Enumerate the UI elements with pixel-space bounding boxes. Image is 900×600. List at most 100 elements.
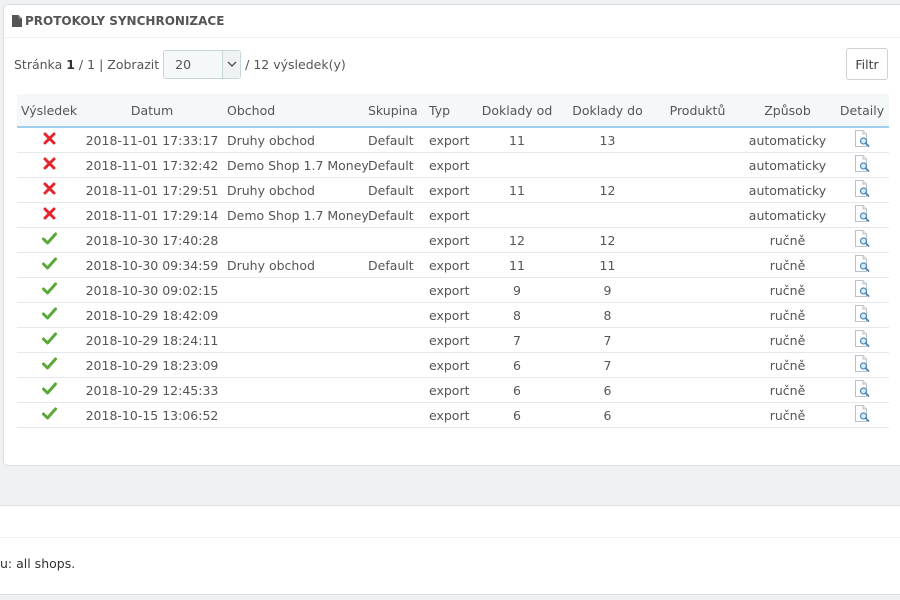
cell-doc-to: 7 [560,352,655,378]
view-details-icon[interactable] [854,155,870,175]
chevron-down-icon[interactable] [222,50,241,78]
cell-shop [223,302,364,328]
cell-date: 2018-10-29 18:24:11 [81,327,223,353]
cell-doc-to: 9 [560,277,655,303]
cell-group [364,327,425,353]
cell-group: Default [364,177,425,203]
view-details-icon[interactable] [854,405,870,425]
header-products: Produktů [655,94,740,128]
cell-doc-from: 9 [474,277,560,303]
current-page: 1 [66,56,75,72]
cell-doc-to: 6 [560,377,655,403]
cell-products [655,277,740,303]
cell-type: export [425,352,474,378]
cell-details [835,327,889,353]
cell-products [655,302,740,328]
cell-doc-from [474,202,560,228]
cell-products [655,402,740,428]
cell-doc-to: 12 [560,227,655,253]
table-header-row: Výsledek Datum Obchod Skupina Typ Doklad… [17,94,889,128]
cell-shop [223,352,364,378]
cell-date: 2018-10-29 18:23:09 [81,352,223,378]
view-details-icon[interactable] [854,255,870,275]
cell-date: 2018-10-15 13:06:52 [81,402,223,428]
table-row: 2018-10-29 18:24:11 export 7 7 ručně [17,327,889,353]
cell-group [364,352,425,378]
cell-shop: Demo Shop 1.7 Money [223,152,369,178]
header-group: Skupina [364,94,425,128]
cell-products [655,377,740,403]
cell-details [835,252,889,278]
cell-shop [223,227,364,253]
per-page-value: 20 [175,56,192,72]
cell-method: ručně [740,277,835,303]
cell-type: export [425,152,474,178]
cell-products [655,127,740,153]
view-details-icon[interactable] [854,380,870,400]
cell-date: 2018-11-01 17:29:14 [81,202,223,228]
cell-type: export [425,277,474,303]
success-check-icon [41,407,57,423]
cell-doc-to [560,202,655,228]
view-details-icon[interactable] [854,280,870,300]
table-row: 2018-10-29 18:23:09 export 6 7 ručně [17,352,889,378]
cell-doc-to: 8 [560,302,655,328]
cell-date: 2018-10-29 12:45:33 [81,377,223,403]
cell-result [17,352,81,378]
view-details-icon[interactable] [854,205,870,225]
cell-result [17,402,81,428]
view-details-icon[interactable] [854,355,870,375]
header-doc-to: Doklady do [560,94,655,128]
cell-details [835,177,889,203]
cell-doc-from: 12 [474,227,560,253]
cell-doc-from: 11 [474,177,560,203]
header-doc-from: Doklady od [474,94,560,128]
table-body: 2018-11-01 17:33:17 Druhy obchod Default ex… [17,127,889,428]
cell-shop [223,277,364,303]
cell-details [835,152,889,178]
pagination-bar: Stránka 1 / 1 | Zobrazit 20 / 12 výslede… [14,48,880,80]
cell-result [17,177,81,203]
cell-result [17,202,81,228]
cell-details [835,402,889,428]
cell-doc-from: 11 [474,127,560,153]
footer-text: u: all shops. [0,556,76,571]
cell-result [17,377,81,403]
cell-method: ručně [740,402,835,428]
header-method: Způsob [740,94,835,128]
error-cross-icon [43,207,56,223]
cell-doc-from: 7 [474,327,560,353]
view-details-icon[interactable] [854,180,870,200]
cell-method: automaticky [740,202,835,228]
view-details-icon[interactable] [854,305,870,325]
cell-doc-to: 11 [560,252,655,278]
cell-shop: Druhy obchod [223,127,364,153]
view-details-icon[interactable] [854,230,870,250]
cell-details [835,202,889,228]
cell-shop: Druhy obchod [223,252,364,278]
cell-result [17,127,81,153]
cell-group [364,227,425,253]
success-check-icon [41,307,57,323]
cell-doc-to [560,152,655,178]
cell-method: automaticky [740,127,835,153]
cell-doc-from: 6 [474,352,560,378]
cell-doc-to: 6 [560,402,655,428]
cell-type: export [425,327,474,353]
cell-method: ručně [740,302,835,328]
document-icon [12,15,22,27]
table-row: 2018-11-01 17:32:42 Demo Shop 1.7 Money De… [17,152,889,178]
filter-button[interactable]: Filtr [846,48,888,80]
cell-type: export [425,402,474,428]
cell-doc-to: 12 [560,177,655,203]
error-cross-icon [43,182,56,198]
footer-divider [0,537,900,538]
cell-doc-from: 6 [474,377,560,403]
error-cross-icon [43,157,56,173]
view-details-icon[interactable] [854,330,870,350]
cell-type: export [425,252,474,278]
cell-method: ručně [740,377,835,403]
per-page-select[interactable]: 20 [163,49,242,79]
view-details-icon[interactable] [854,130,870,150]
table-row: 2018-10-29 18:42:09 export 8 8 ručně [17,302,889,328]
